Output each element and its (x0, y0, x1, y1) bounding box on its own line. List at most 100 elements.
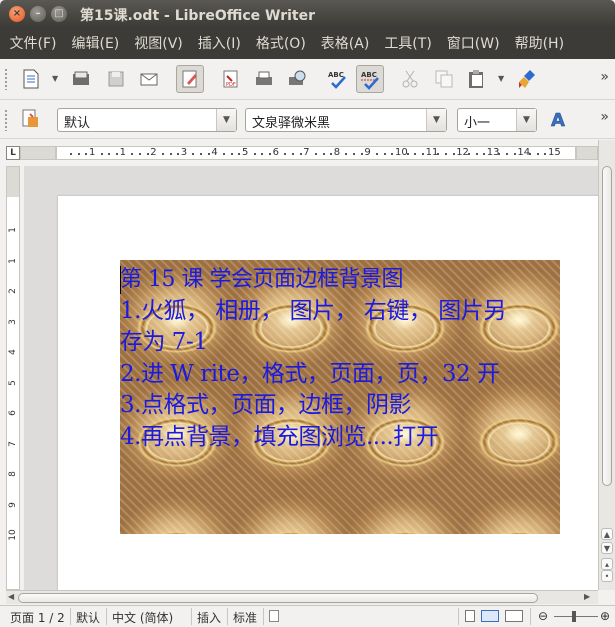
ruler-tick (108, 153, 111, 155)
menu-tools[interactable]: 工具(T) (377, 33, 439, 53)
window-title: 第15课.odt - LibreOffice Writer (80, 8, 316, 24)
text-cursor (120, 266, 121, 294)
ruler-tick (299, 153, 302, 155)
toolbar-grip[interactable] (4, 68, 8, 90)
menu-insert[interactable]: 插入(I) (190, 33, 248, 53)
ruler-tick (238, 153, 241, 155)
ruler-tick (498, 153, 501, 155)
tab-stop-selector[interactable]: L (6, 146, 20, 160)
copy-icon[interactable] (430, 65, 458, 93)
ruler-tick (406, 153, 409, 155)
minimize-window-icon[interactable]: – (30, 6, 46, 22)
menu-help[interactable]: 帮助(H) (507, 33, 571, 53)
close-window-icon[interactable]: × (9, 6, 25, 22)
toolbar-grip-2[interactable] (4, 109, 8, 131)
menu-table[interactable]: 表格(A) (313, 33, 377, 53)
status-page[interactable]: 页面 1 / 2 (10, 609, 65, 626)
scroll-left-icon[interactable]: ◀ (8, 592, 14, 601)
menu-file[interactable]: 文件(F) (2, 33, 64, 53)
ruler-tick (314, 153, 317, 155)
vertical-ruler[interactable]: 1 1 2 3 4 5 6 7 8 9 10 (6, 166, 20, 590)
doc-line-1[interactable]: 第 15 课 学会页面边框背景图 (120, 264, 560, 296)
menu-format[interactable]: 格式(O) (248, 33, 313, 53)
horizontal-scrollbar[interactable]: ◀ ▶ (6, 590, 598, 604)
document-area[interactable]: 第 15 课 学会页面边框背景图 1.火狐， 相册， 图片， 右键， 图片另 存… (24, 166, 598, 590)
new-dropdown-icon[interactable]: ▼ (52, 74, 58, 83)
document-page[interactable]: 第 15 课 学会页面边框背景图 1.火狐， 相册， 图片， 右键， 图片另 存… (58, 196, 598, 590)
ruler-tick (506, 153, 509, 155)
status-selection-mode[interactable]: 标准 (233, 609, 257, 626)
zoom-slider-handle[interactable] (572, 611, 576, 622)
ruler-margin-right (576, 146, 598, 160)
doc-line-2[interactable]: 1.火狐， 相册， 图片， 右键， 图片另 (120, 296, 560, 328)
vertical-scrollbar[interactable]: ▲ ▼ ▴ • (598, 140, 615, 590)
document-text[interactable]: 第 15 课 学会页面边框背景图 1.火狐， 相册， 图片， 右键， 图片另 存… (120, 264, 560, 453)
chevron-down-icon[interactable]: ▼ (516, 109, 536, 131)
toolbar-overflow-icon[interactable]: » (600, 69, 609, 85)
autospellcheck-icon[interactable]: ABC (356, 65, 384, 93)
status-separator (263, 608, 264, 625)
ruler-tick (536, 153, 539, 155)
scroll-right-icon[interactable]: ▶ (584, 592, 590, 601)
font-name-select[interactable]: 文泉驿微米黑 ▼ (245, 108, 447, 132)
export-pdf-icon[interactable]: PDF (217, 65, 245, 93)
single-page-view-icon[interactable] (465, 610, 475, 622)
ruler-tick (291, 153, 294, 155)
vruler-number: 6 (8, 410, 18, 416)
spellcheck-icon[interactable]: ABC (323, 65, 351, 93)
scroll-down-icon[interactable]: ▼ (601, 542, 613, 554)
paragraph-style-select[interactable]: 默认 ▼ (57, 108, 237, 132)
maximize-window-icon[interactable]: □ (51, 6, 67, 22)
navigator-icon[interactable]: • (601, 570, 613, 582)
ruler-tick (223, 153, 226, 155)
zoom-out-icon[interactable]: ⊖ (538, 609, 548, 623)
new-document-icon[interactable] (17, 65, 45, 93)
format-paintbrush-icon[interactable] (513, 65, 541, 93)
paste-dropdown-icon[interactable]: ▼ (498, 74, 504, 83)
ruler-tick (268, 153, 271, 155)
svg-text:A: A (551, 110, 565, 130)
ruler-tick (169, 153, 172, 155)
save-icon[interactable] (102, 65, 130, 93)
toolbar-overflow-icon-2[interactable]: » (600, 109, 609, 125)
horizontal-ruler[interactable]: 1 1 2 3 4 5 6 7 8 9 10 11 12 13 14 15 (56, 146, 576, 160)
scroll-up-icon[interactable]: ▲ (601, 528, 613, 540)
doc-line-5[interactable]: 3.点格式，页面，边框，阴影 (120, 390, 560, 422)
chevron-down-icon[interactable]: ▼ (426, 109, 446, 131)
status-insert-mode[interactable]: 插入 (197, 609, 221, 626)
horizontal-scroll-thumb[interactable] (18, 593, 538, 603)
menu-edit[interactable]: 编辑(E) (64, 33, 127, 53)
previous-page-icon[interactable]: ▴ (601, 558, 613, 570)
fontwork-icon[interactable]: A (546, 105, 574, 133)
zoom-in-icon[interactable]: ⊕ (600, 609, 610, 623)
font-size-select[interactable]: 小一 ▼ (457, 108, 537, 132)
vertical-scroll-thumb[interactable] (602, 166, 612, 486)
email-icon[interactable] (135, 65, 163, 93)
open-icon[interactable] (67, 65, 95, 93)
print-preview-icon[interactable] (283, 65, 311, 93)
vruler-number: 7 (8, 440, 18, 447)
status-page-style[interactable]: 默认 (76, 609, 100, 626)
multi-page-view-icon[interactable] (481, 610, 499, 622)
vruler-number: 1 (8, 227, 18, 233)
menu-view[interactable]: 视图(V) (127, 33, 191, 53)
paste-icon[interactable] (463, 65, 491, 93)
ruler-tick (421, 153, 424, 155)
ruler-tick (544, 153, 547, 155)
book-view-icon[interactable] (505, 610, 523, 622)
edit-mode-icon[interactable] (176, 65, 204, 93)
zoom-slider[interactable] (554, 616, 598, 617)
doc-line-6[interactable]: 4.再点背景，填充图浏览....打开 (120, 422, 560, 454)
paragraph-style-value: 默认 (64, 116, 91, 131)
cut-icon[interactable] (396, 65, 424, 93)
print-icon[interactable] (250, 65, 278, 93)
doc-line-3[interactable]: 存为 7-1 (120, 327, 560, 359)
status-language[interactable]: 中文 (简体) (112, 609, 173, 626)
doc-line-4[interactable]: 2.进 W rite，格式，页面，页，32 开 (120, 359, 560, 391)
menu-window[interactable]: 窗口(W) (439, 33, 507, 53)
chevron-down-icon[interactable]: ▼ (216, 109, 236, 131)
ruler-tick (253, 153, 256, 155)
title-bar: × – □ 第15课.odt - LibreOffice Writer (0, 0, 615, 27)
styles-formatting-icon[interactable] (17, 105, 45, 133)
ruler-tick (192, 153, 195, 155)
